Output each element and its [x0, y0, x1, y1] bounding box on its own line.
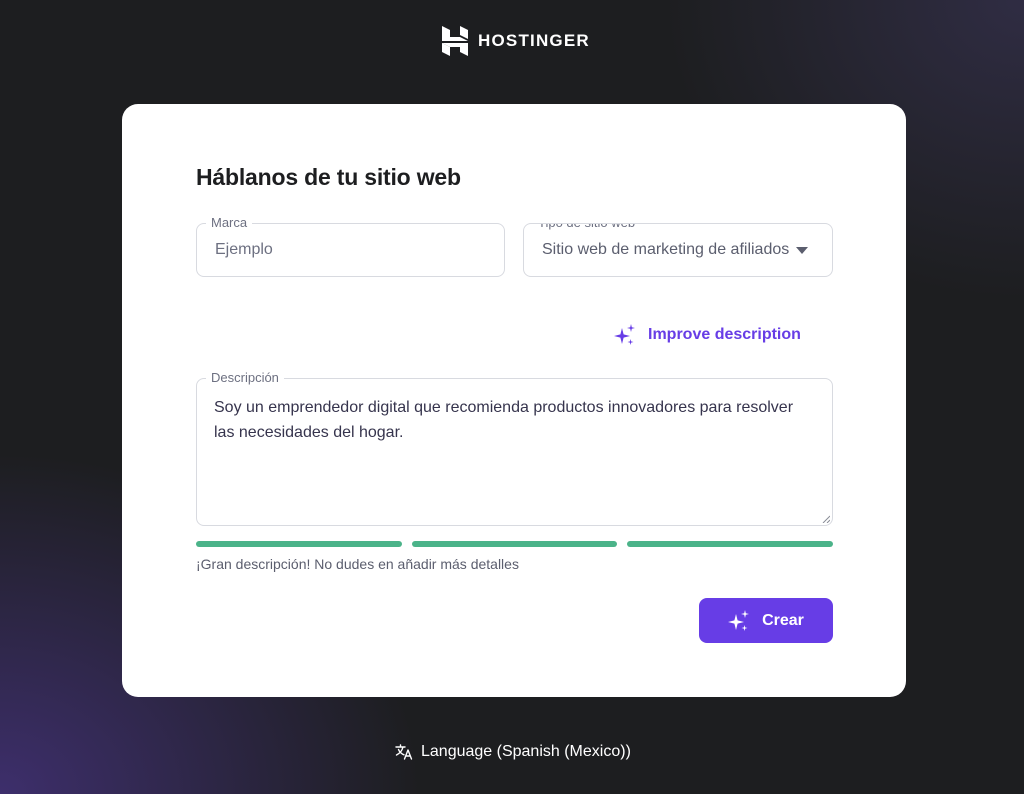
website-setup-card: Háblanos de tu sitio web Marca Ejemplo T…	[122, 104, 906, 697]
improve-description-button[interactable]: Improve description	[614, 324, 801, 346]
sparkles-icon	[614, 324, 635, 345]
description-label: Descripción	[206, 370, 284, 386]
page-title: Háblanos de tu sitio web	[196, 164, 461, 190]
strength-message: ¡Gran descripción! No dudes en añadir má…	[196, 556, 519, 572]
create-button-label: Crear	[762, 611, 804, 629]
site-type-selected-value: Sitio web de marketing de afiliados	[542, 241, 790, 258]
site-type-select[interactable]: Tipo de sitio web Sitio web de marketing…	[523, 223, 833, 277]
description-text: Soy un emprendedor digital que recomiend…	[214, 399, 794, 441]
brand-input[interactable]: Marca Ejemplo	[196, 215, 505, 277]
brand-name: HOSTINGER	[478, 31, 590, 50]
sparkles-icon	[728, 609, 750, 631]
create-button[interactable]: Crear	[699, 598, 833, 643]
resize-handle-icon[interactable]	[822, 515, 830, 523]
improve-description-label: Improve description	[648, 326, 801, 343]
strength-segment	[411, 541, 618, 547]
hostinger-logo-icon	[442, 26, 468, 56]
language-label: Language (Spanish (Mexico))	[421, 743, 631, 760]
brand-input-placeholder: Ejemplo	[215, 241, 273, 258]
strength-segment	[627, 541, 834, 547]
brand-input-label: Marca	[206, 215, 253, 231]
language-selector[interactable]: Language (Spanish (Mexico))	[395, 743, 631, 761]
description-textarea[interactable]: Descripción Soy un emprendedor digital q…	[196, 370, 833, 526]
description-strength-meter	[196, 541, 834, 547]
chevron-down-icon	[796, 247, 808, 254]
hostinger-logo: HOSTINGER	[442, 26, 590, 56]
strength-segment	[196, 541, 402, 547]
translate-icon	[395, 744, 413, 760]
site-type-label: Tipo de sitio web	[533, 224, 641, 231]
